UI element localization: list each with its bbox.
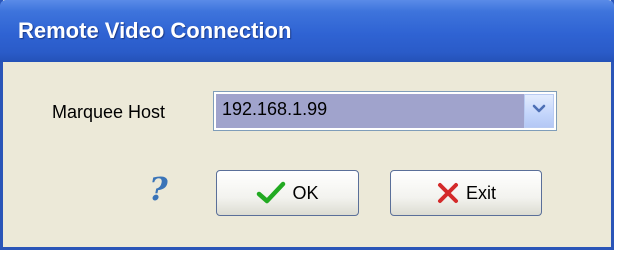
dialog-window: Remote Video Connection Marquee Host 192… bbox=[0, 0, 614, 250]
marquee-host-label: Marquee Host bbox=[52, 102, 166, 122]
marquee-host-combobox[interactable]: 192.168.1.99 bbox=[213, 91, 557, 131]
check-icon bbox=[256, 181, 286, 205]
window-title: Remote Video Connection bbox=[18, 18, 292, 43]
exit-button-label: Exit bbox=[465, 182, 496, 203]
ok-button[interactable]: OK bbox=[216, 170, 359, 216]
ok-button-label: OK bbox=[292, 182, 319, 203]
x-icon bbox=[436, 181, 460, 205]
chevron-down-icon bbox=[532, 102, 546, 120]
dropdown-button[interactable] bbox=[524, 94, 554, 128]
title-bar[interactable]: Remote Video Connection bbox=[0, 0, 614, 62]
marquee-host-input[interactable]: 192.168.1.99 bbox=[216, 94, 524, 128]
exit-button[interactable]: Exit bbox=[390, 170, 542, 216]
help-icon[interactable]: ? bbox=[149, 170, 168, 208]
